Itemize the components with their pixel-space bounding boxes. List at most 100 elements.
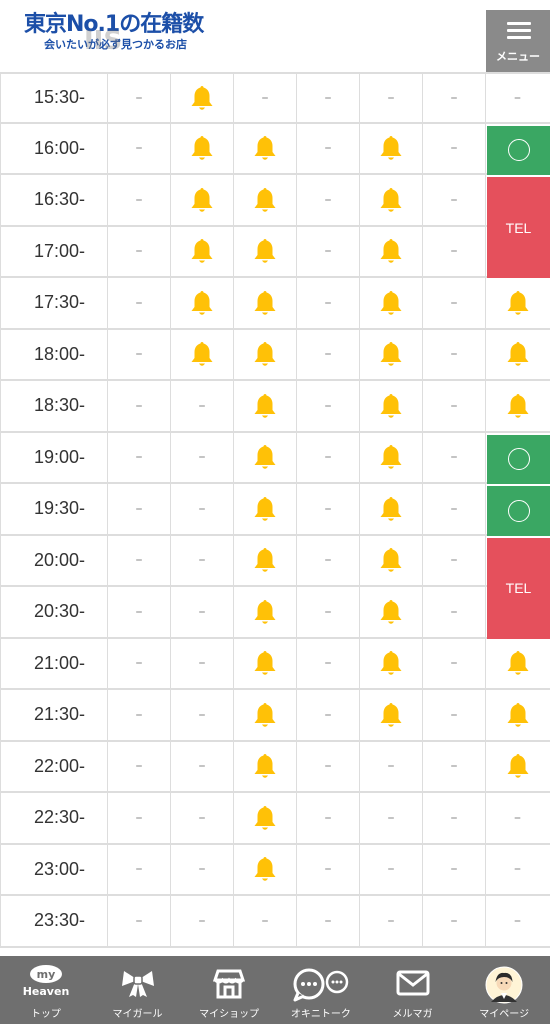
reservation-bell-cell[interactable]: [486, 742, 549, 792]
empty-slot-cell: –: [108, 587, 171, 637]
reservation-bell-cell[interactable]: [360, 638, 423, 688]
reservation-bell-cell[interactable]: [171, 278, 234, 328]
bell-icon: [254, 805, 276, 830]
time-label: 18:00-: [0, 329, 108, 379]
my-heaven-icon: my Heaven: [18, 964, 74, 1002]
nav-top-label: トップ: [30, 1009, 61, 1020]
schedule-row: 17:00- – – –: [0, 226, 550, 278]
logo-title: 東京No.1の在籍数: [24, 12, 204, 37]
reservation-bell-cell[interactable]: [486, 381, 549, 431]
bell-icon: [254, 136, 276, 160]
reservation-bell-cell[interactable]: [234, 432, 297, 482]
reservation-bell-cell[interactable]: [360, 690, 423, 740]
reservation-bell-cell[interactable]: [234, 587, 297, 637]
empty-slot-cell: –: [108, 278, 171, 328]
circle-icon: [507, 499, 530, 522]
menu-button[interactable]: メニュー: [486, 10, 550, 72]
nav-okini-talk[interactable]: オキニトーク: [275, 956, 367, 1024]
time-label: 16:00-: [0, 123, 108, 173]
time-label: 21:30-: [0, 690, 108, 740]
nav-mail-magazine[interactable]: メルマガ: [367, 956, 459, 1024]
empty-slot-cell: –: [171, 638, 234, 688]
empty-slot-cell: –: [297, 741, 360, 791]
reservation-bell-cell[interactable]: [171, 226, 234, 276]
reservation-bell-cell[interactable]: [234, 484, 297, 534]
time-label: 22:30-: [0, 793, 108, 843]
time-label: 15:30-: [0, 74, 108, 122]
empty-slot-cell: –: [297, 74, 360, 122]
header: IIS 東京No.1の在籍数 会いたいが必ず見つかるお店 メニュー: [0, 0, 550, 72]
time-label: 16:30-: [0, 175, 108, 225]
empty-slot-cell: –: [423, 381, 486, 431]
reservation-bell-cell[interactable]: [234, 329, 297, 379]
time-label: 17:30-: [0, 278, 108, 328]
empty-slot-cell: –: [423, 793, 486, 843]
bottom-nav: my Heaven トップ マイガール マイショップ オキニトーク メルマガ マ…: [0, 956, 550, 1024]
my-heaven-badge-bottom: Heaven: [23, 985, 70, 998]
reservation-bell-cell[interactable]: [360, 123, 423, 173]
available-badge[interactable]: [487, 486, 550, 536]
empty-slot-cell: –: [108, 741, 171, 791]
empty-slot-cell: –: [108, 123, 171, 173]
schedule-row: 23:30- – – – – – – –: [0, 896, 550, 948]
empty-slot-cell: –: [423, 278, 486, 328]
reservation-bell-cell[interactable]: [486, 278, 549, 328]
empty-slot-cell: –: [423, 329, 486, 379]
schedule-row: 21:30- – – – –: [0, 690, 550, 742]
reservation-bell-cell[interactable]: [360, 587, 423, 637]
reservation-bell-cell[interactable]: [360, 226, 423, 276]
nav-mail-magazine-label: メルマガ: [392, 1009, 433, 1020]
bell-icon: [191, 342, 213, 366]
empty-slot-cell: –: [514, 809, 521, 826]
reservation-bell-cell[interactable]: [360, 535, 423, 585]
schedule-row: 21:00- – – – –: [0, 638, 550, 690]
empty-slot-cell: –: [423, 690, 486, 740]
reservation-bell-cell[interactable]: [234, 381, 297, 431]
available-badge[interactable]: [487, 434, 550, 484]
site-logo[interactable]: IIS 東京No.1の在籍数 会いたいが必ず見つかるお店: [24, 12, 224, 68]
reservation-bell-cell[interactable]: [171, 329, 234, 379]
empty-slot-cell: –: [108, 329, 171, 379]
reservation-bell-cell[interactable]: [360, 329, 423, 379]
reservation-bell-cell[interactable]: [486, 690, 549, 740]
reservation-bell-cell[interactable]: [234, 690, 297, 740]
logo-subtitle: 会いたいが必ず見つかるお店: [44, 38, 187, 51]
empty-slot-cell: –: [423, 535, 486, 585]
nav-top[interactable]: my Heaven トップ: [0, 956, 92, 1024]
reservation-bell-cell[interactable]: [360, 175, 423, 225]
schedule-row: 23:00- – – – – – –: [0, 844, 550, 896]
bell-icon: [191, 187, 213, 212]
circle-icon: [507, 448, 530, 471]
reservation-bell-cell[interactable]: [234, 638, 297, 688]
nav-my-shop[interactable]: マイショップ: [183, 956, 275, 1024]
reservation-bell-cell[interactable]: [234, 844, 297, 894]
reservation-bell-cell[interactable]: [234, 535, 297, 585]
tel-badge[interactable]: TEL: [487, 537, 550, 639]
empty-slot-cell: –: [297, 793, 360, 843]
reservation-bell-cell[interactable]: [171, 123, 234, 173]
nav-my-girl[interactable]: マイガール: [92, 956, 184, 1024]
reservation-bell-cell[interactable]: [486, 330, 549, 380]
reservation-bell-cell[interactable]: [486, 639, 549, 689]
available-badge[interactable]: [487, 125, 550, 175]
reservation-bell-cell[interactable]: [360, 432, 423, 482]
reservation-bell-cell[interactable]: [234, 793, 297, 843]
nav-my-page[interactable]: マイページ: [458, 956, 550, 1024]
bell-icon: [507, 342, 528, 366]
reservation-bell-cell[interactable]: [234, 175, 297, 225]
empty-slot-cell: –: [171, 741, 234, 791]
tel-badge[interactable]: TEL: [487, 177, 550, 278]
reservation-bell-cell[interactable]: [234, 741, 297, 791]
empty-slot-cell: –: [297, 329, 360, 379]
reservation-bell-cell[interactable]: [234, 278, 297, 328]
reservation-bell-cell[interactable]: [171, 74, 234, 122]
reservation-bell-cell[interactable]: [234, 123, 297, 173]
reservation-bell-cell[interactable]: [360, 381, 423, 431]
reservation-bell-cell[interactable]: [171, 175, 234, 225]
reservation-bell-cell[interactable]: [234, 226, 297, 276]
reservation-bell-cell[interactable]: [360, 278, 423, 328]
empty-slot-cell: –: [171, 587, 234, 637]
schedule-row: 15:30- – – – – – –: [0, 72, 550, 124]
reservation-bell-cell[interactable]: [360, 484, 423, 534]
bell-icon: [254, 702, 276, 727]
